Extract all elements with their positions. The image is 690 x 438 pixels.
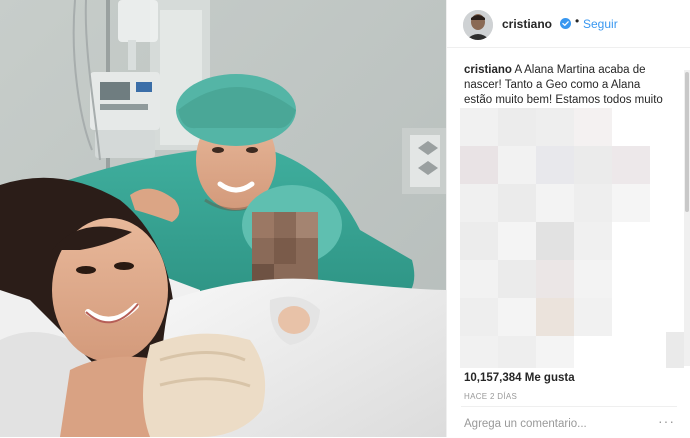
follow-button[interactable]: Seguir [583,17,618,31]
scrollbar-thumb[interactable] [685,72,689,212]
photo-illustration [0,0,446,437]
username-link[interactable]: cristiano [502,17,552,31]
likes-count[interactable]: 10,157,384 Me gusta [464,372,575,384]
separator-dot: • [575,14,580,28]
post-side-panel: cristiano • Seguir cristiano A Alana Mar… [446,0,690,437]
post-photo[interactable] [0,0,446,437]
post-header: cristiano • Seguir [447,0,690,48]
avatar[interactable] [463,10,493,40]
more-options-icon[interactable]: ··· [658,413,675,429]
avatar-image [463,10,493,40]
comment-input[interactable] [464,416,644,432]
pixelated-comments [460,108,684,368]
caption-username[interactable]: cristiano [464,64,512,76]
instagram-post: cristiano • Seguir cristiano A Alana Mar… [0,0,690,437]
verified-badge-icon [560,18,571,29]
pixel-grid [460,108,684,368]
post-timestamp: HACE 2 DÍAS [464,392,518,401]
comment-bar: ··· [461,406,677,438]
